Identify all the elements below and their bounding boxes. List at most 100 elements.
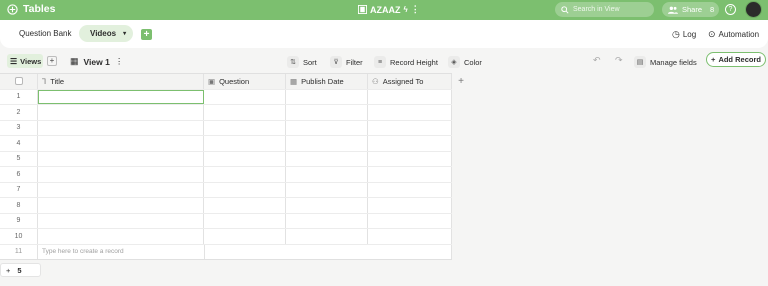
title-cell[interactable] [38,198,204,213]
column-header-question[interactable]: ▣ Question [204,74,286,89]
new-record-row[interactable]: 11 Type here to create a record [0,244,452,260]
publish-date-cell[interactable] [286,229,368,244]
redo-icon[interactable]: ↷ [615,55,623,66]
help-icon[interactable]: ? [725,4,736,15]
column-header-title[interactable]: Ꞁ Title [38,74,204,89]
publish-date-cell[interactable] [286,105,368,120]
add-column-button[interactable]: + [454,75,468,89]
table-row[interactable]: 3 [0,120,452,136]
publish-date-cell[interactable] [286,151,368,166]
record-height-button[interactable]: ≡ Record Height [374,56,438,68]
assigned-to-cell[interactable] [368,120,452,135]
base-name-menu[interactable]: AZAAZ ϟ ⋮ [358,4,420,15]
table-row[interactable]: 10 [0,229,452,245]
title-cell[interactable] [38,229,204,244]
user-field-icon: ⚇ [372,76,379,86]
row-number: 3 [0,120,38,135]
title-cell[interactable] [38,213,204,228]
search-input[interactable]: Search in View [555,2,654,17]
assigned-to-cell[interactable] [368,136,452,151]
share-button[interactable]: Share 8 [662,2,719,17]
publish-date-cell[interactable] [286,167,368,182]
new-row-spacer [204,244,452,259]
table-row[interactable]: 1 [0,89,452,105]
assigned-to-cell[interactable] [368,105,452,120]
question-cell[interactable] [204,89,286,104]
publish-date-cell[interactable] [286,182,368,197]
log-button[interactable]: ◷ Log [672,29,696,40]
avatar[interactable] [745,1,762,18]
color-button[interactable]: ◈ Color [448,56,482,68]
table-row[interactable]: 9 [0,213,452,229]
select-all-cell[interactable] [0,74,38,89]
manage-fields-label: Manage fields [650,57,697,67]
filter-button[interactable]: ⊽ Filter [330,56,363,68]
app-title: Tables [23,3,56,15]
views-button[interactable]: ☰ Views [7,54,43,68]
assigned-to-cell[interactable] [368,89,452,104]
add-record-button[interactable]: + Add Record [706,52,766,67]
publish-date-cell[interactable] [286,89,368,104]
title-cell[interactable] [38,136,204,151]
search-placeholder: Search in View [573,6,620,13]
app-logo-icon [7,3,18,15]
publish-date-cell[interactable] [286,136,368,151]
tab-question-bank[interactable]: Question Bank [19,25,71,42]
column-header-assigned-to[interactable]: ⚇ Assigned To [368,74,452,89]
question-cell[interactable] [204,120,286,135]
title-cell[interactable] [38,120,204,135]
log-label: Log [682,30,697,39]
question-cell[interactable] [204,151,286,166]
footer-add-bar[interactable]: + 5 [0,263,41,277]
manage-fields-button[interactable]: ▤ Manage fields [634,56,697,68]
assigned-to-cell[interactable] [368,198,452,213]
add-view-button[interactable]: + [47,56,57,66]
assigned-to-cell[interactable] [368,229,452,244]
automation-button[interactable]: ⊙ Automation [708,29,759,40]
sort-button[interactable]: ⇅ Sort [287,56,317,68]
question-cell[interactable] [204,198,286,213]
undo-icon[interactable]: ↶ [593,55,601,66]
publish-date-cell[interactable] [286,213,368,228]
title-cell[interactable] [38,105,204,120]
base-icon [358,5,367,14]
app-brand[interactable]: Tables [7,3,55,15]
title-cell[interactable] [38,182,204,197]
column-header-label: Assigned To [382,76,424,86]
records-grid: Ꞁ Title ▣ Question ▦ Publish Date ⚇ Assi… [0,73,452,260]
column-header-publish-date[interactable]: ▦ Publish Date [286,74,368,89]
table-row[interactable]: 8 [0,198,452,214]
title-cell[interactable] [38,167,204,182]
title-cell[interactable] [38,151,204,166]
row-number: 4 [0,136,38,151]
question-cell[interactable] [204,105,286,120]
question-cell[interactable] [204,182,286,197]
color-label: Color [464,57,482,67]
more-vertical-icon[interactable]: ⋮ [411,4,420,15]
table-row[interactable]: 4 [0,136,452,152]
publish-date-cell[interactable] [286,120,368,135]
table-row[interactable]: 6 [0,167,452,183]
table-row[interactable]: 5 [0,151,452,167]
add-table-button[interactable]: + [141,29,152,40]
question-cell[interactable] [204,136,286,151]
view-selector[interactable]: ▦ View 1 ⋮ [70,56,123,67]
question-cell[interactable] [204,167,286,182]
row-number: 5 [0,151,38,166]
title-cell[interactable] [38,89,204,104]
assigned-to-cell[interactable] [368,167,452,182]
fields-icon: ▤ [634,56,646,68]
assigned-to-cell[interactable] [368,182,452,197]
tab-videos[interactable]: Videos ▾ [79,25,133,42]
assigned-to-cell[interactable] [368,151,452,166]
question-cell[interactable] [204,213,286,228]
more-vertical-icon[interactable]: ⋮ [115,56,124,67]
filter-icon: ⊽ [330,56,342,68]
publish-date-cell[interactable] [286,198,368,213]
table-row[interactable]: 2 [0,105,452,121]
question-cell[interactable] [204,229,286,244]
filter-label: Filter [346,57,363,67]
select-all-checkbox[interactable] [14,77,23,86]
table-row[interactable]: 7 [0,182,452,198]
assigned-to-cell[interactable] [368,213,452,228]
